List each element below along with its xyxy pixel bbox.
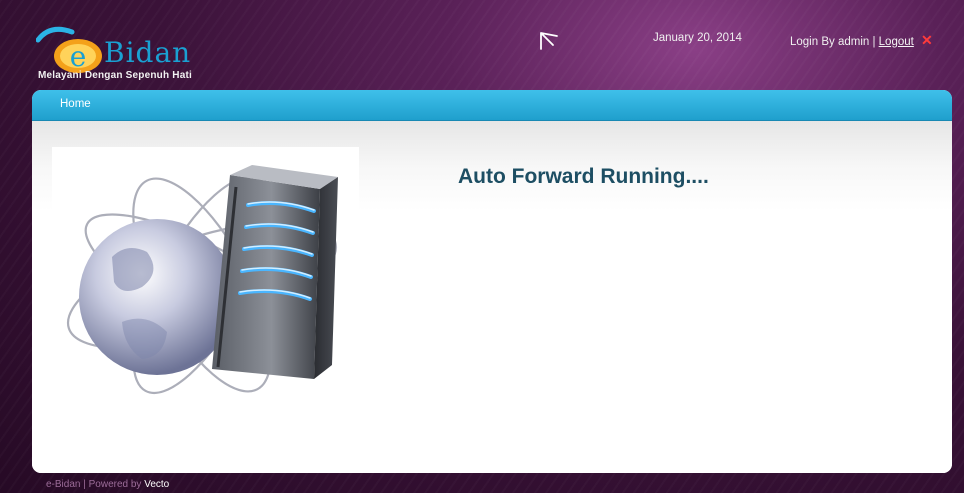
footer: e-Bidan | Powered by Vecto <box>46 479 169 490</box>
logo[interactable]: e Bidan Melayani Dengan Sepenuh Hati <box>36 24 266 86</box>
server-globe-illustration <box>52 147 359 409</box>
current-date: January 20, 2014 <box>653 32 742 44</box>
e-logo-icon: e <box>36 26 102 73</box>
page-heading: Auto Forward Running.... <box>458 165 709 188</box>
logout-close-icon[interactable]: ✕ <box>921 32 933 48</box>
login-text: Login By admin | <box>790 36 876 48</box>
svg-text:e: e <box>70 40 87 73</box>
nav-bar: Home <box>32 90 952 121</box>
content-area: Auto Forward Running.... <box>32 121 952 473</box>
footer-vendor: Vecto <box>144 479 170 490</box>
login-status: Login By admin | Logout ✕ <box>790 32 933 49</box>
main-panel: Home Auto Forward Running.... <box>32 90 952 473</box>
logout-link[interactable]: Logout <box>879 36 914 48</box>
tagline: Melayani Dengan Sepenuh Hati <box>38 70 192 81</box>
app-name: Bidan <box>104 36 192 69</box>
footer-prefix: e-Bidan | Powered by <box>46 479 142 490</box>
mouse-cursor-icon <box>540 32 558 50</box>
nav-home[interactable]: Home <box>60 98 91 110</box>
